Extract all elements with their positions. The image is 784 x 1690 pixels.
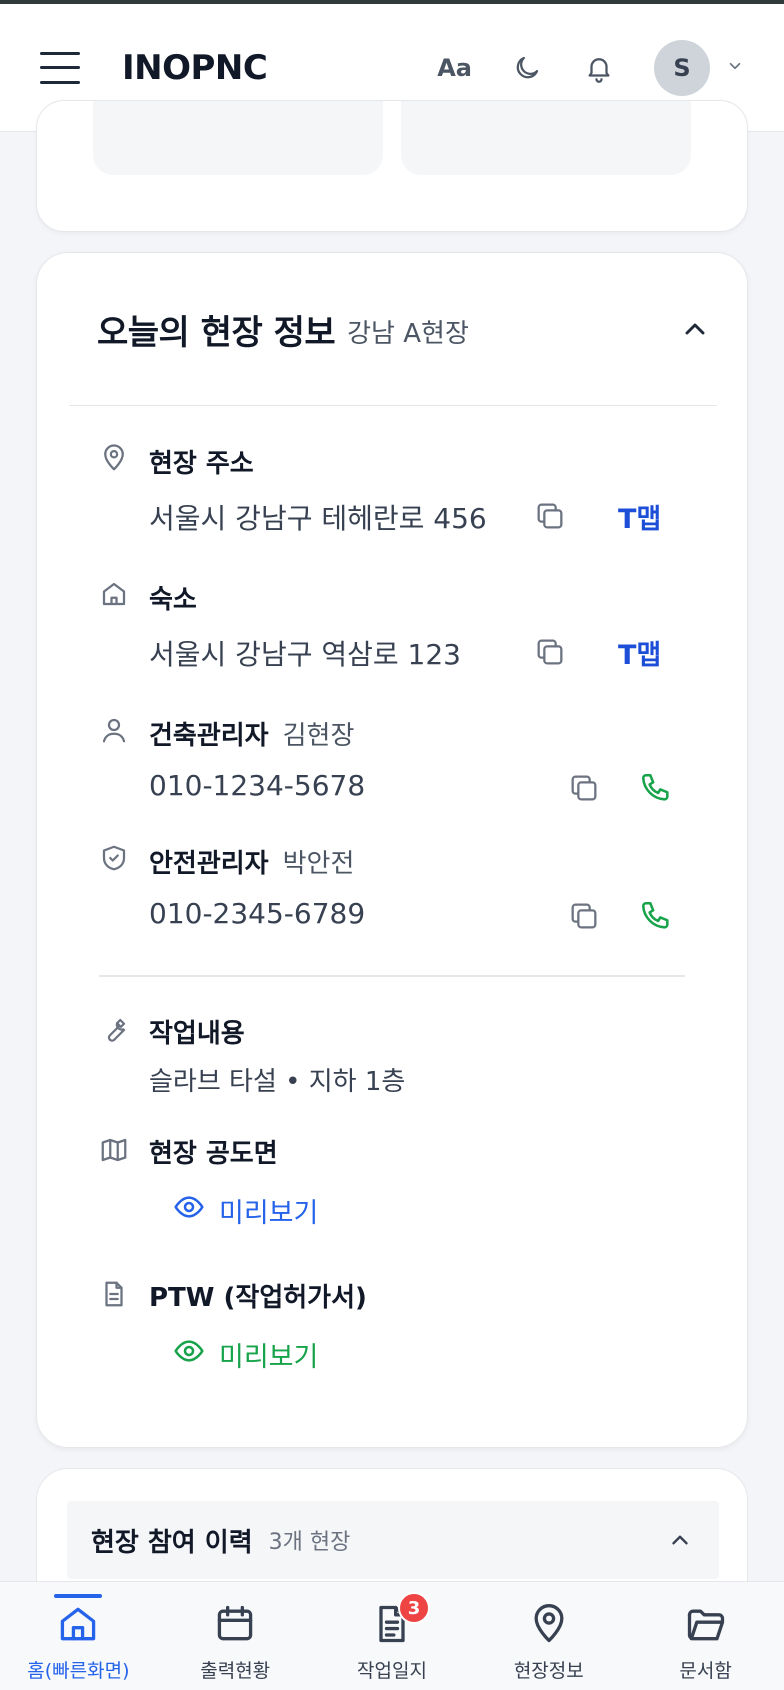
chevron-up-icon[interactable] xyxy=(679,313,711,345)
preview-label: 미리보기 xyxy=(219,1198,319,1229)
preview-label: 미리보기 xyxy=(219,1342,319,1373)
nav-label: 작업일지 xyxy=(357,1660,427,1682)
site-info-header: 오늘의 현장 정보 강남 A현장 xyxy=(69,253,717,406)
nav-label: 현장정보 xyxy=(513,1660,584,1682)
summary-card xyxy=(36,100,748,232)
role-label: 안전관리자 xyxy=(149,849,269,879)
home-icon xyxy=(56,1602,100,1646)
shield-check-icon xyxy=(99,843,129,873)
bottom-navigation: 홈(빠른화면) 출력현황 3 작업일지 현장정보 문서함 xyxy=(0,1581,784,1690)
nav-home[interactable]: 홈(빠른화면) xyxy=(0,1582,157,1690)
safety-manager-label: 안전관리자 박안전 xyxy=(149,843,354,880)
copy-icon[interactable] xyxy=(533,499,567,533)
ptw-preview-button[interactable]: 미리보기 xyxy=(173,1335,318,1374)
map-pin-icon xyxy=(99,443,129,473)
menu-icon[interactable] xyxy=(40,51,80,84)
map-pin-icon xyxy=(527,1602,571,1646)
eye-icon xyxy=(173,1191,205,1230)
notification-badge: 3 xyxy=(397,1592,430,1624)
phone-icon[interactable] xyxy=(639,899,673,933)
nav-label: 홈(빠른화면) xyxy=(27,1660,130,1682)
work-value: 슬라브 타설 • 지하 1층 xyxy=(149,1067,406,1097)
address-value: 서울시 강남구 테헤란로 456 xyxy=(149,502,487,535)
chevron-down-icon xyxy=(726,57,744,79)
summary-tile[interactable] xyxy=(93,101,383,175)
phone-icon[interactable] xyxy=(639,771,673,805)
app-logo: INOPNC xyxy=(122,47,268,88)
nav-label: 출력현황 xyxy=(200,1660,271,1682)
file-text-icon xyxy=(99,1279,129,1309)
tmap-link[interactable]: T맵 xyxy=(618,633,661,672)
address-label: 현장 주소 xyxy=(149,449,254,479)
lodging-value: 서울시 강남구 역삼로 123 xyxy=(149,638,461,671)
drawing-preview-button[interactable]: 미리보기 xyxy=(173,1191,318,1230)
site-info-card: 오늘의 현장 정보 강남 A현장 현장 주소 서울시 강남구 테헤란로 456 … xyxy=(36,252,748,1448)
drawing-label: 현장 공도면 xyxy=(149,1139,278,1169)
construction-manager-label: 건축관리자 김현장 xyxy=(149,715,354,752)
site-name: 강남 A현장 xyxy=(347,318,469,349)
divider xyxy=(99,975,685,977)
eye-icon xyxy=(173,1335,205,1374)
copy-icon[interactable] xyxy=(567,899,601,933)
bell-icon[interactable] xyxy=(582,51,616,85)
font-size-toggle[interactable]: Aa xyxy=(437,54,472,82)
lodging-label: 숙소 xyxy=(149,585,197,615)
wrench-icon xyxy=(99,1015,129,1045)
section-title: 오늘의 현장 정보 xyxy=(97,312,336,353)
manager-name: 박안전 xyxy=(282,849,355,879)
active-indicator xyxy=(54,1594,103,1598)
map-icon xyxy=(99,1135,129,1165)
role-label: 건축관리자 xyxy=(149,721,269,751)
chevron-up-icon[interactable] xyxy=(667,1527,693,1553)
calendar-icon xyxy=(213,1602,257,1646)
header-actions: Aa S xyxy=(437,39,744,96)
profile-menu[interactable]: S xyxy=(654,39,744,96)
history-header[interactable]: 현장 참여 이력 3개 현장 xyxy=(67,1501,719,1579)
moon-icon[interactable] xyxy=(510,51,544,85)
copy-icon[interactable] xyxy=(533,635,567,669)
tmap-link[interactable]: T맵 xyxy=(618,497,661,536)
nav-output-status[interactable]: 출력현황 xyxy=(157,1582,314,1690)
work-label: 작업내용 xyxy=(149,1019,245,1049)
nav-site-info[interactable]: 현장정보 xyxy=(470,1582,627,1690)
nav-work-log[interactable]: 3 작업일지 xyxy=(314,1582,471,1690)
home-icon xyxy=(99,579,129,609)
phone-number: 010-1234-5678 xyxy=(149,769,366,802)
nav-label: 문서함 xyxy=(679,1660,732,1682)
history-title: 현장 참여 이력 xyxy=(91,1527,253,1558)
avatar: S xyxy=(654,39,710,96)
manager-name: 김현장 xyxy=(282,721,355,751)
ptw-label: PTW (작업허가서) xyxy=(149,1283,367,1313)
history-count: 3개 현장 xyxy=(268,1530,351,1555)
folder-icon xyxy=(684,1602,728,1646)
phone-number: 010-2345-6789 xyxy=(149,897,366,930)
user-icon xyxy=(99,715,129,745)
nav-documents[interactable]: 문서함 xyxy=(627,1582,784,1690)
summary-tile[interactable] xyxy=(401,101,691,175)
copy-icon[interactable] xyxy=(567,771,601,805)
